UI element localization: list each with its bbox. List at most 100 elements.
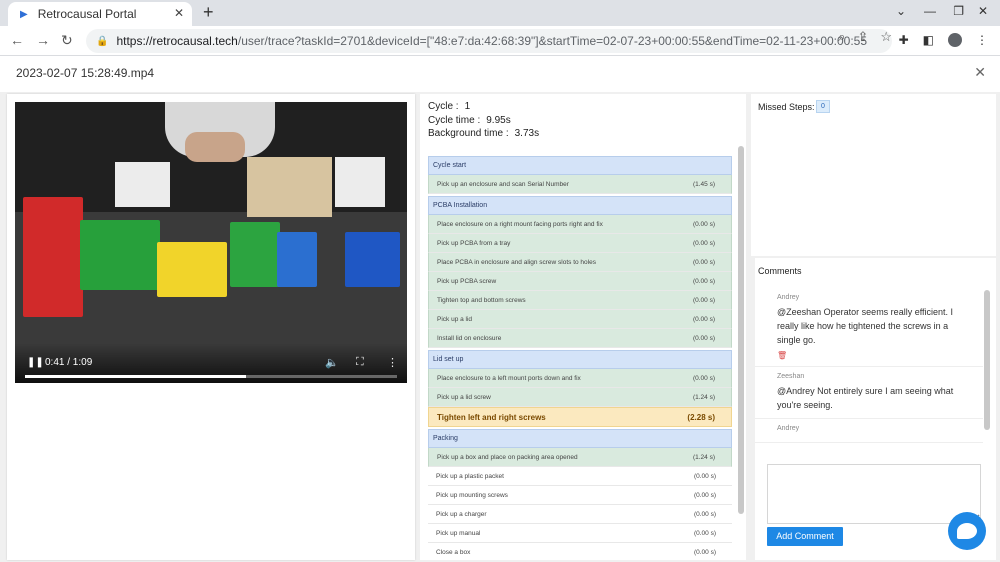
- operator-hands-image: [185, 132, 245, 162]
- comment-text: @Zeeshan Operator seems really efficient…: [777, 307, 954, 345]
- profile-avatar-icon[interactable]: [948, 33, 962, 47]
- chat-bubble-icon: [957, 523, 977, 539]
- url-input[interactable]: 🔒 https://retrocausal.tech/user/trace?ta…: [86, 29, 892, 53]
- step-row[interactable]: Close a box (0.00 s): [428, 543, 732, 558]
- step-row[interactable]: Place enclosure on a right mount facing …: [428, 215, 732, 234]
- forward-icon[interactable]: →: [36, 32, 50, 48]
- step-label: Pick up PCBA from a tray: [437, 239, 511, 247]
- step-time: (1.24 s): [692, 393, 715, 401]
- step-label: Place PCBA in enclosure and align screw …: [437, 258, 596, 266]
- tab-title: Retrocausal Portal: [37, 7, 137, 21]
- cycle-time-label: Cycle time :: [428, 114, 481, 126]
- extensions-icon[interactable]: ✚: [899, 33, 909, 47]
- new-tab-icon[interactable]: +: [203, 2, 214, 23]
- page-header: 2023-02-07 15:28:49.mp4 ✕: [0, 56, 1000, 92]
- step-time: (0.00 s): [692, 277, 715, 285]
- sidepanel-icon[interactable]: ◧: [923, 33, 934, 47]
- chevron-down-icon[interactable]: ⌄: [896, 4, 906, 18]
- step-time: (0.00 s): [692, 296, 715, 304]
- main-content: ❚❚ 0:41 / 1:09 🔈 ⛶ ⋮ Cycle : 1 Cycle time…: [0, 92, 1000, 562]
- video-time: 0:41 / 1:09: [45, 357, 93, 368]
- step-row[interactable]: Pick up a lid (0.00 s): [428, 310, 732, 329]
- comments-scrollbar[interactable]: [984, 290, 990, 430]
- video-menu-icon[interactable]: ⋮: [387, 356, 398, 369]
- step-time: (0.00 s): [693, 529, 716, 537]
- step-row[interactable]: Place PCBA in enclosure and align screw …: [428, 253, 732, 272]
- add-comment-button[interactable]: Add Comment: [767, 527, 843, 546]
- minimize-icon[interactable]: —: [924, 4, 936, 18]
- step-label: Pick up PCBA screw: [437, 277, 497, 285]
- step-time: (0.00 s): [692, 315, 715, 323]
- step-row[interactable]: Pick up a box and place on packing area …: [428, 448, 732, 467]
- tab-close-icon[interactable]: ✕: [174, 6, 184, 20]
- step-label: Pick up manual: [436, 529, 481, 537]
- comments-header: Comments: [758, 266, 802, 276]
- comment-textarea[interactable]: [767, 464, 981, 524]
- page-title: 2023-02-07 15:28:49.mp4: [16, 66, 155, 80]
- step-row[interactable]: Pick up a charger (0.00 s): [428, 505, 732, 524]
- window-close-icon[interactable]: ✕: [978, 4, 988, 18]
- comment-author: Andrey: [777, 294, 800, 301]
- parts-tray-image: [247, 157, 332, 217]
- fixture-image: [115, 162, 170, 207]
- step-row[interactable]: Place enclosure to a left mount ports do…: [428, 369, 732, 388]
- step-row[interactable]: Pick up manual (0.00 s): [428, 524, 732, 543]
- step-row[interactable]: Install lid on enclosure (0.00 s): [428, 329, 732, 348]
- video-progress-bar[interactable]: [25, 375, 397, 378]
- bookmark-star-icon[interactable]: ☆: [880, 29, 892, 45]
- fullscreen-icon[interactable]: ⛶: [356, 356, 364, 369]
- missed-steps-label: Missed Steps:: [758, 102, 815, 112]
- step-row[interactable]: Pick up PCBA from a tray (0.00 s): [428, 234, 732, 253]
- comment-author: Zeeshan: [777, 373, 805, 380]
- browser-tab[interactable]: ▶ Retrocausal Portal ✕: [8, 2, 192, 26]
- step-row[interactable]: Pick up an enclosure and scan Serial Num…: [428, 175, 732, 194]
- step-time: (2.28 s): [687, 412, 715, 422]
- video-panel: ❚❚ 0:41 / 1:09 🔈 ⛶ ⋮: [7, 94, 415, 560]
- lock-icon: 🔒: [96, 35, 109, 47]
- delete-comment-icon[interactable]: 🗑: [777, 351, 971, 360]
- green-bin-image: [80, 220, 160, 290]
- share-icon[interactable]: ⇪: [857, 29, 868, 45]
- blue-bin-image: [277, 232, 317, 287]
- boxes-image: [335, 157, 385, 207]
- url-domain: https://retrocausal.tech: [116, 34, 238, 48]
- comment-author: Andrey: [777, 425, 800, 432]
- video-player[interactable]: ❚❚ 0:41 / 1:09 🔈 ⛶ ⋮: [15, 102, 407, 383]
- step-row[interactable]: Tighten left and right screws (2.28 s): [428, 407, 732, 427]
- browser-tab-bar: ▶ Retrocausal Portal ✕ + ⌄ — ❐ ✕: [0, 0, 1000, 26]
- step-label: Pick up an enclosure and scan Serial Num…: [437, 180, 569, 188]
- favicon-icon: ▶: [20, 8, 28, 20]
- step-row[interactable]: Pick up a lid screw (1.24 s): [428, 388, 732, 407]
- step-label: Place enclosure on a right mount facing …: [437, 220, 603, 228]
- video-controls: ❚❚ 0:41 / 1:09 🔈 ⛶ ⋮: [15, 343, 407, 383]
- volume-icon[interactable]: 🔈: [325, 356, 339, 369]
- restore-icon[interactable]: ❐: [953, 4, 964, 18]
- step-row[interactable]: Pick up mounting screws (0.00 s): [428, 486, 732, 505]
- address-bar: ← → ↻ 🔒 https://retrocausal.tech/user/tr…: [0, 26, 1000, 56]
- step-row[interactable]: Pick up a plastic packet (0.00 s): [428, 467, 732, 486]
- step-row[interactable]: Tighten top and bottom screws (0.00 s): [428, 291, 732, 310]
- steps-scrollbar[interactable]: [738, 146, 744, 514]
- step-row[interactable]: Pick up PCBA screw (0.00 s): [428, 272, 732, 291]
- close-icon[interactable]: ✕: [974, 64, 986, 81]
- comment-item: Zeeshan @Andrey Not entirely sure I am se…: [755, 367, 983, 419]
- step-label: Pick up a charger: [436, 510, 487, 518]
- menu-kebab-icon[interactable]: ⋮: [976, 33, 988, 47]
- step-label: Tighten top and bottom screws: [437, 296, 526, 304]
- pause-icon[interactable]: ❚❚: [27, 357, 44, 368]
- step-label: Install lid on enclosure: [437, 334, 502, 342]
- chat-widget-button[interactable]: [948, 512, 986, 550]
- step-label: Place enclosure to a left mount ports do…: [437, 374, 581, 382]
- cycle-value: 1: [464, 101, 471, 112]
- step-group-header: Packing: [428, 429, 732, 448]
- step-label: Pick up a lid screw: [437, 393, 491, 401]
- reload-icon[interactable]: ↻: [61, 32, 73, 49]
- back-icon[interactable]: ←: [10, 32, 24, 48]
- url-actions: ⌕ ⇪ ☆: [838, 29, 892, 45]
- zoom-icon[interactable]: ⌕: [838, 29, 845, 45]
- steps-panel: Cycle : 1 Cycle time : 9.95s Background ti…: [420, 94, 746, 560]
- step-label: Close a box: [436, 548, 471, 556]
- comment-item: Andrey @Zeeshan Operator seems really eff…: [755, 288, 983, 367]
- background-time-label: Background time :: [428, 128, 509, 139]
- green-bin-image-2: [230, 222, 280, 287]
